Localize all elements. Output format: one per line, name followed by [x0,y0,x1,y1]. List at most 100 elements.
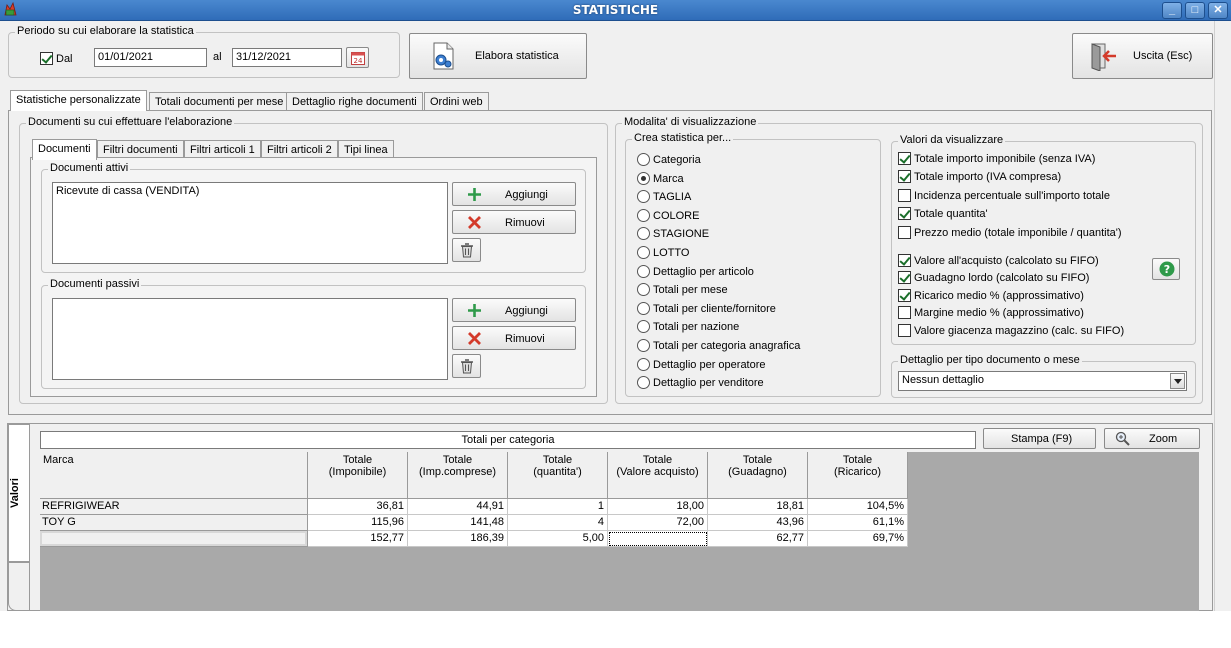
table-cell[interactable]: 44,91 [408,499,508,515]
radio-option[interactable] [637,209,650,222]
zoom-label: Zoom [1149,433,1178,445]
zoom-button[interactable]: Zoom [1104,428,1200,449]
table-cell[interactable]: 18,81 [708,499,808,515]
plus-icon [468,188,481,201]
minimize-button[interactable]: _ [1162,2,1182,19]
documenti-passivi-list[interactable] [52,298,448,380]
table-cell[interactable]: 69,7% [808,531,908,547]
table-cell[interactable]: 72,00 [608,515,708,531]
svuota-passivi-button[interactable] [452,354,481,378]
table-cell[interactable]: REFRIGIWEAR [40,499,308,515]
remove-x-icon [468,332,481,345]
radio-option[interactable] [637,190,650,203]
side-tab-2[interactable] [8,562,30,611]
rimuovi-passivi-button[interactable]: Rimuovi [452,326,576,350]
magnifier-icon [1115,431,1130,446]
radio-option-label: COLORE [653,210,700,222]
column-header[interactable]: Marca [40,452,308,499]
uscita-button[interactable]: Uscita (Esc) [1072,33,1213,79]
rimuovi-label: Rimuovi [505,333,545,345]
radio-option[interactable] [637,153,650,166]
date-to-field[interactable]: 31/12/2021 [232,48,342,67]
tab-totali-documenti-per-mese[interactable]: Totali documenti per mese [149,92,290,111]
maximize-button[interactable]: □ [1185,2,1205,19]
table-cell[interactable]: 1 [508,499,608,515]
column-header[interactable]: Totale (Guadagno) [708,452,808,499]
elabora-statistica-button[interactable]: Elabora statistica [409,33,587,79]
aggiungi-attivi-button[interactable]: Aggiungi [452,182,576,206]
table-cell[interactable]: 5,00 [508,531,608,547]
help-button[interactable]: ? [1152,258,1180,280]
aggiungi-passivi-button[interactable]: Aggiungi [452,298,576,322]
valori-checkbox[interactable] [898,254,911,267]
tab-statistiche-personalizzate[interactable]: Statistiche personalizzate [10,90,147,111]
side-tab-valori[interactable]: Valori [8,424,30,562]
valori-checkbox[interactable] [898,207,911,220]
column-header[interactable]: Totale (quantita') [508,452,608,499]
table-cell[interactable]: 152,77 [308,531,408,547]
column-header[interactable]: Totale (Ricarico) [808,452,908,499]
valori-checkbox[interactable] [898,226,911,239]
valori-checkbox[interactable] [898,170,911,183]
radio-option[interactable] [637,172,650,185]
table-cell[interactable] [608,531,708,547]
table-cell[interactable]: 36,81 [308,499,408,515]
valori-checkbox[interactable] [898,289,911,302]
radio-option[interactable] [637,265,650,278]
tab-documenti[interactable]: Documenti [32,139,97,160]
column-header[interactable]: Totale (Imp.comprese) [408,452,508,499]
stampa-label: Stampa (F9) [1011,433,1073,445]
stampa-button[interactable]: Stampa (F9) [983,428,1096,449]
radio-option[interactable] [637,302,650,315]
date-from-field[interactable]: 01/01/2021 [94,48,207,67]
radio-option[interactable] [637,376,650,389]
table-cell[interactable]: 18,00 [608,499,708,515]
radio-option[interactable] [637,339,650,352]
radio-option[interactable] [637,227,650,240]
svuota-attivi-button[interactable] [452,238,481,262]
crea-statistica-label: Crea statistica per... [632,132,734,144]
statistics-window: STATISTICHE _ □ ✕ Periodo su cui elabora… [0,0,1231,611]
radio-option[interactable] [637,358,650,371]
column-header[interactable]: Totale (Valore acquisto) [608,452,708,499]
table-cell[interactable]: 104,5% [808,499,908,515]
radio-option[interactable] [637,320,650,333]
table-cell[interactable] [40,531,308,547]
tab-dettaglio-righe-documenti[interactable]: Dettaglio righe documenti [286,92,423,111]
dropdown-arrow-button[interactable] [1170,373,1185,389]
dal-checkbox[interactable] [40,52,53,65]
table-cell[interactable]: 115,96 [308,515,408,531]
table-cell[interactable]: TOY G [40,515,308,531]
valori-checkbox[interactable] [898,152,911,165]
column-header[interactable]: Totale (Imponibile) [308,452,408,499]
table-cell[interactable]: 141,48 [408,515,508,531]
radio-option[interactable] [637,283,650,296]
rimuovi-attivi-button[interactable]: Rimuovi [452,210,576,234]
radio-option[interactable] [637,246,650,259]
calendar-button[interactable]: 24 [346,47,369,68]
tab-ordini-web[interactable]: Ordini web [424,92,489,111]
column-header-line1: Totale [842,454,873,466]
list-item[interactable]: Ricevute di cassa (VENDITA) [56,185,444,197]
column-header-line1: Totale [742,454,773,466]
valori-checkbox-label: Prezzo medio (totale imponibile / quanti… [914,227,1122,239]
table-cell[interactable]: 4 [508,515,608,531]
radio-option-label: STAGIONE [653,228,710,240]
dettaglio-select[interactable]: Nessun dettaglio [898,371,1187,391]
table-cell[interactable]: 62,77 [708,531,808,547]
results-grid[interactable]: Marca Totale (Imponibile) Totale (Imp.compre… [40,452,1199,611]
valori-checkbox[interactable] [898,271,911,284]
close-button[interactable]: ✕ [1208,2,1228,19]
table-cell[interactable]: 186,39 [408,531,508,547]
valori-checkbox[interactable] [898,324,911,337]
title-bar: STATISTICHE _ □ ✕ [0,0,1231,21]
documenti-attivi-list[interactable]: Ricevute di cassa (VENDITA) [52,182,448,264]
table-cell[interactable]: 43,96 [708,515,808,531]
valori-checkbox[interactable] [898,306,911,319]
valori-checkbox-label: Valore giacenza magazzino (calc. su FIFO… [914,325,1125,337]
table-cell[interactable]: 61,1% [808,515,908,531]
valori-checkbox-label: Valore all'acquisto (calcolato su FIFO) [914,255,1099,267]
column-header-line1: Marca [43,454,74,466]
window-title: STATISTICHE [572,3,659,17]
valori-checkbox[interactable] [898,189,911,202]
